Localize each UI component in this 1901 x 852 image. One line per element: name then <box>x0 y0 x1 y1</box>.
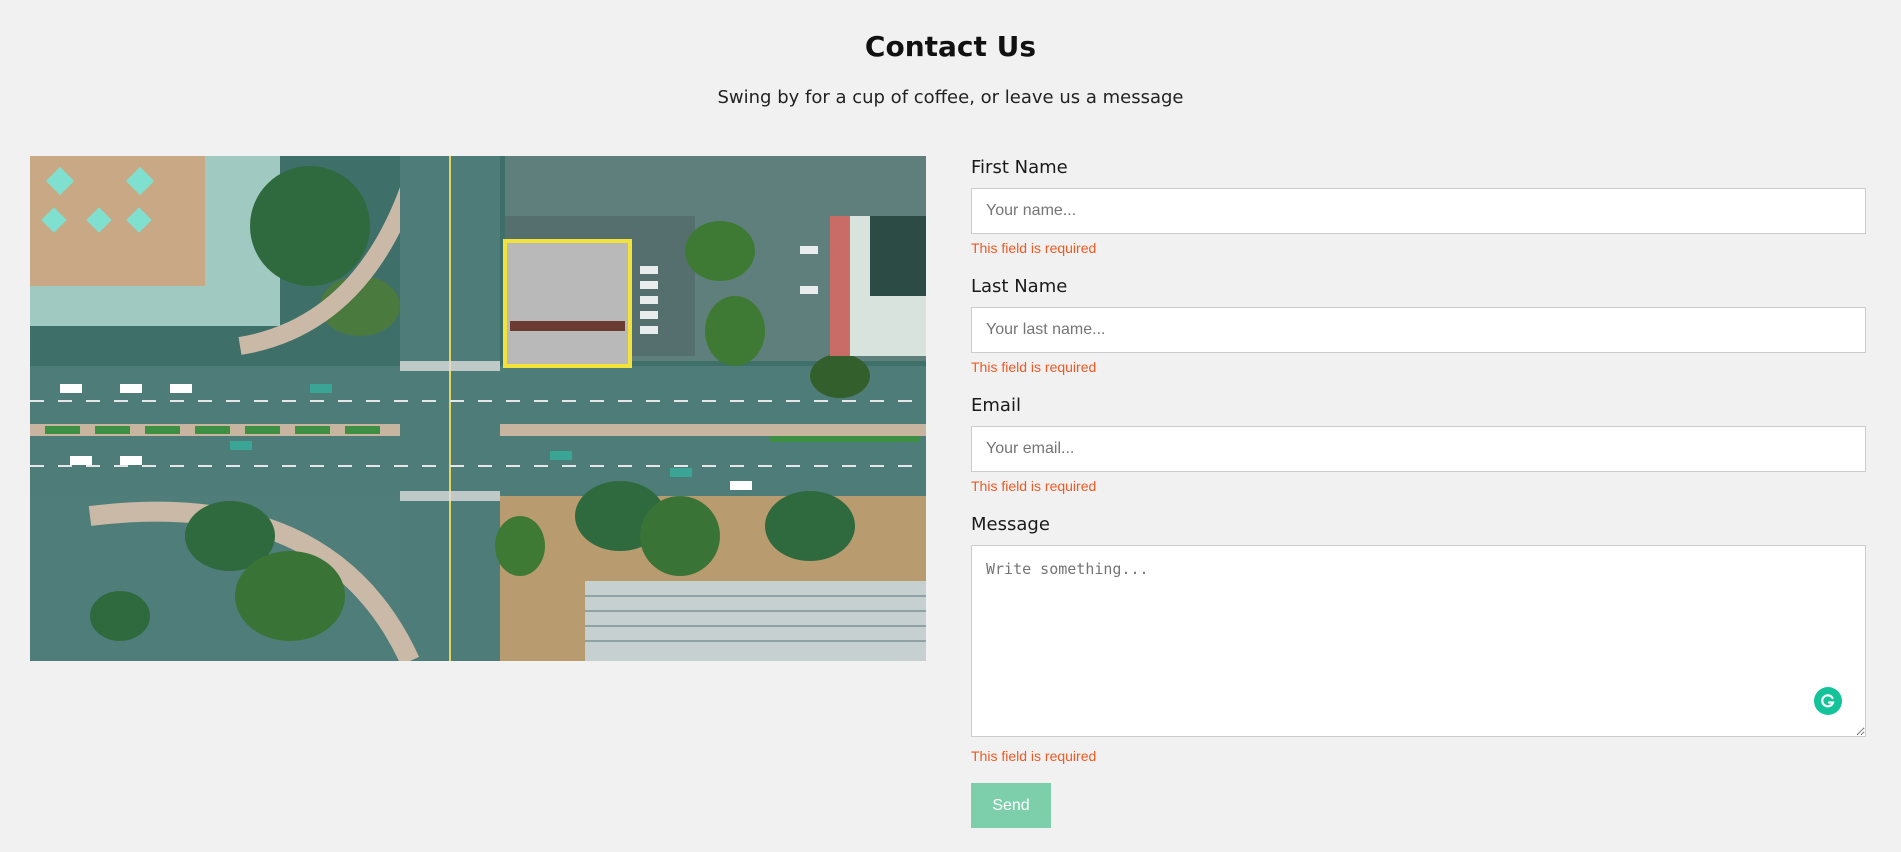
message-label: Message <box>971 514 1050 535</box>
last-name-error: This field is required <box>971 359 1097 375</box>
last-name-label: Last Name <box>971 276 1068 297</box>
message-textarea[interactable] <box>971 545 1866 737</box>
page-subtitle: Swing by for a cup of coffee, or leave u… <box>717 87 1184 108</box>
page-title: Contact Us <box>864 30 1037 63</box>
first-name-input[interactable] <box>971 188 1866 234</box>
city-aerial-image <box>30 156 926 661</box>
email-error: This field is required <box>971 478 1097 494</box>
grammarly-icon[interactable] <box>1814 687 1842 715</box>
last-name-input[interactable] <box>971 307 1866 353</box>
send-button[interactable]: Send <box>971 783 1051 828</box>
first-name-error: This field is required <box>971 240 1097 256</box>
message-error: This field is required <box>971 748 1097 764</box>
email-label: Email <box>971 395 1021 416</box>
email-input[interactable] <box>971 426 1866 472</box>
first-name-label: First Name <box>971 157 1068 178</box>
